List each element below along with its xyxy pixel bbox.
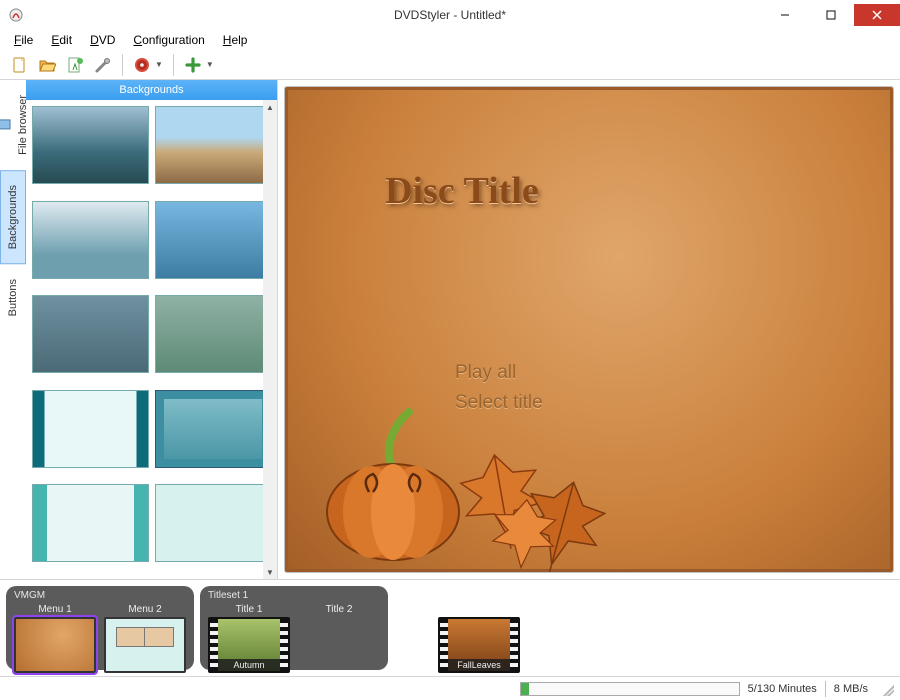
timeline-item[interactable]: Menu 2 xyxy=(104,604,186,673)
timeline-thumb[interactable] xyxy=(14,617,96,673)
statusbar: 5/130 Minutes 8 MB/s xyxy=(0,676,900,700)
sidetab-backgrounds[interactable]: Backgrounds xyxy=(0,170,26,264)
minutes-label: 5/130 Minutes xyxy=(748,683,817,695)
backgrounds-panel: Backgrounds ▲ ▼ xyxy=(26,80,278,579)
bg-thumb[interactable] xyxy=(32,106,149,184)
bg-thumb[interactable] xyxy=(32,390,149,468)
timeline-item-label: Menu 2 xyxy=(128,604,161,615)
leaves-graphic xyxy=(425,442,655,572)
timeline-thumb[interactable]: FallLeaves xyxy=(438,617,520,673)
titlebar: DVDStyler - Untitled* xyxy=(0,0,900,30)
timeline-item-label: Title 2 xyxy=(326,604,353,615)
new-button[interactable] xyxy=(6,52,32,78)
timeline-group-titleset[interactable]: Titleset 1 Title 1 Autumn Title 2 FallLe… xyxy=(200,586,388,670)
bg-thumb[interactable] xyxy=(32,484,149,562)
timeline-item-label: Title 1 xyxy=(236,604,263,615)
menu-file[interactable]: File xyxy=(8,31,39,49)
play-all-button[interactable]: Play all xyxy=(455,362,516,384)
toolbar: ▼ ▼ xyxy=(0,50,900,80)
menu-help[interactable]: Help xyxy=(217,31,254,49)
backgrounds-grid: ▲ ▼ xyxy=(26,100,277,579)
maximize-button[interactable] xyxy=(808,4,854,26)
capacity-bar-fill xyxy=(521,683,530,695)
timeline[interactable]: VMGM Menu 1 Menu 2 Titleset 1 Title 1 Au… xyxy=(0,580,900,676)
timeline-group-title: VMGM xyxy=(14,590,186,601)
minimize-button[interactable] xyxy=(762,4,808,26)
app-icon xyxy=(8,7,24,23)
menu-dvd[interactable]: DVD xyxy=(84,31,121,49)
save-button[interactable] xyxy=(62,52,88,78)
bitrate-label: 8 MB/s xyxy=(834,683,868,695)
timeline-group-vmgm[interactable]: VMGM Menu 1 Menu 2 xyxy=(6,586,194,670)
timeline-caption: Autumn xyxy=(218,659,280,671)
timeline-group-title: Titleset 1 xyxy=(208,590,380,601)
scroll-down-icon[interactable]: ▼ xyxy=(263,565,277,579)
bg-thumb[interactable] xyxy=(155,201,272,279)
window-controls xyxy=(762,4,900,26)
status-separator xyxy=(825,681,826,697)
settings-button[interactable] xyxy=(90,52,116,78)
window-title: DVDStyler - Untitled* xyxy=(394,8,506,22)
open-button[interactable] xyxy=(34,52,60,78)
menu-preview[interactable]: Disc Title Play all Select title xyxy=(284,86,894,573)
sidetab-label: Backgrounds xyxy=(7,185,19,249)
scroll-up-icon[interactable]: ▲ xyxy=(263,100,277,114)
menu-edit[interactable]: Edit xyxy=(45,31,78,49)
menubar: File Edit DVD Configuration Help xyxy=(0,30,900,50)
toolbar-separator xyxy=(173,54,174,76)
capacity-bar xyxy=(520,682,740,696)
timeline-caption: FallLeaves xyxy=(448,659,510,671)
timeline-thumb[interactable]: Autumn xyxy=(208,617,290,673)
bg-thumb[interactable] xyxy=(155,484,272,562)
close-button[interactable] xyxy=(854,4,900,26)
backgrounds-header: Backgrounds xyxy=(26,80,277,100)
bg-thumb[interactable] xyxy=(155,106,272,184)
timeline-item-label: Menu 1 xyxy=(38,604,71,615)
timeline-item[interactable]: Title 1 Autumn xyxy=(208,604,290,673)
bg-thumb[interactable] xyxy=(32,295,149,373)
preview-pane: Disc Title Play all Select title xyxy=(278,80,900,579)
sidetab-buttons[interactable]: Buttons xyxy=(0,264,26,331)
scroll-track[interactable] xyxy=(263,114,277,565)
sidetab-filebrowser[interactable]: File browser xyxy=(0,80,26,170)
add-dropdown-icon[interactable]: ▼ xyxy=(206,60,214,69)
disc-title-text[interactable]: Disc Title xyxy=(385,169,539,213)
resize-grip-icon[interactable] xyxy=(880,682,894,696)
folder-icon xyxy=(0,117,11,132)
add-button[interactable] xyxy=(180,52,206,78)
bg-thumb[interactable] xyxy=(32,201,149,279)
timeline-thumb[interactable] xyxy=(104,617,186,673)
bg-thumb[interactable] xyxy=(155,390,272,468)
bg-thumb[interactable] xyxy=(155,295,272,373)
toolbar-separator xyxy=(122,54,123,76)
burn-button[interactable] xyxy=(129,52,155,78)
timeline-item[interactable]: Menu 1 xyxy=(14,604,96,673)
side-tabs: File browser Backgrounds Buttons xyxy=(0,80,26,579)
burn-dropdown-icon[interactable]: ▼ xyxy=(155,60,163,69)
timeline-item[interactable]: Title 2 FallLeaves xyxy=(298,604,380,673)
menu-configuration[interactable]: Configuration xyxy=(127,31,210,49)
main-area: File browser Backgrounds Buttons Backgro… xyxy=(0,80,900,580)
bg-scrollbar[interactable]: ▲ ▼ xyxy=(263,100,277,579)
sidetab-label: Buttons xyxy=(7,279,19,316)
